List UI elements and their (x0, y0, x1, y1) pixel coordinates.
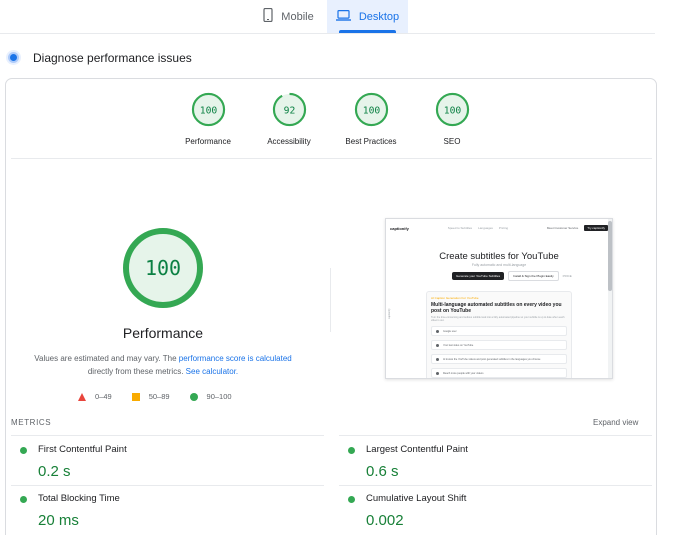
description-text-2: directly from these metrics. (87, 367, 186, 376)
metric-title: Largest Contentful Paint (366, 444, 468, 455)
page-screenshot-thumbnail[interactable]: captionify Speed to Subtitles Languages … (385, 218, 613, 379)
thumbnail-nav-button: Try captionify (584, 225, 608, 231)
thumbnail-panel-text: Turn the time-consuming and tedious subt… (431, 316, 565, 322)
gauge-performance-ring: 100 (191, 92, 225, 127)
tab-desktop-label: Desktop (358, 10, 400, 23)
thumbnail-nav-right: Meet Customer Service Try captionify (547, 225, 608, 231)
gauge-seo-label: SEO (443, 137, 461, 146)
metrics-heading: METRICS (11, 418, 52, 427)
thumbnail-scrollbar (608, 219, 612, 378)
pass-circle-icon (348, 447, 355, 454)
gauge-seo[interactable]: 100 SEO (407, 92, 497, 146)
performance-main-gauge: 100 (123, 228, 203, 308)
thumbnail-nav-right-text: Meet Customer Service (546, 226, 579, 230)
thumbnail-row: Your last video on YouTube (431, 340, 567, 350)
thumbnail-nav: captionify Speed to Subtitles Languages … (390, 223, 608, 233)
score-gauges: 100 Performance 92 Accessibility 100 Bes… (0, 92, 680, 152)
thumbnail-button-3: PRICE (562, 274, 572, 278)
metric-title: Total Blocking Time (38, 493, 120, 504)
laptop-icon (335, 9, 351, 24)
tab-mobile-label: Mobile (281, 10, 314, 23)
thumbnail-button-2: Install & Sign the Plugin Easily (508, 271, 559, 281)
gauge-seo-ring: 100 (435, 92, 469, 127)
gauge-accessibility-label: Accessibility (267, 137, 311, 146)
performance-main-label: Performance (122, 325, 204, 341)
thumbnail-title: Create subtitles for YouTube (439, 251, 559, 262)
triangle-icon (78, 392, 86, 401)
diagnose-icon (6, 50, 21, 65)
see-calculator-link[interactable]: See calculator. (186, 367, 238, 376)
thumbnail-nav-link: Pricing (498, 226, 509, 230)
gauge-performance-value: 100 (199, 105, 217, 116)
thumbnail-side-label: captionify (388, 308, 391, 319)
section-title: Diagnose performance issues (33, 50, 192, 65)
legend-pass-label: 90–100 (206, 392, 232, 401)
thumbnail-logo: captionify (390, 225, 409, 231)
gauge-best-practices-label: Best Practices (345, 137, 397, 146)
legend-item-pass: 90–100 (189, 392, 232, 401)
square-icon (131, 392, 140, 401)
thumbnail-subtitle: Fully automatic and multi-language (471, 263, 527, 267)
gauge-accessibility[interactable]: 92 Accessibility (244, 92, 334, 146)
thumbnail-nav-links: Speed to Subtitles Languages Pricing (448, 226, 508, 230)
thumbnail-row: AI knows the YouTube videos and post gen… (431, 354, 567, 364)
metric-title: First Contentful Paint (38, 444, 127, 455)
pass-circle-icon (20, 447, 27, 454)
tab-desktop[interactable]: Desktop (327, 0, 408, 33)
tabs-divider (0, 33, 655, 34)
thumbnail-row-text: Your last video on YouTube (443, 343, 474, 347)
gauge-best-practices-ring: 100 (354, 92, 388, 127)
metric-value: 0.2 s (38, 463, 71, 480)
metrics-divider (11, 435, 324, 436)
performance-main-value: 100 (145, 256, 181, 280)
thumbnail-panel: AI Caption Generation For YouTube Multi-… (426, 291, 572, 378)
gauge-accessibility-ring: 92 (272, 92, 306, 127)
thumbnail-nav-link: Languages (478, 226, 493, 230)
tab-mobile[interactable]: Mobile (250, 0, 327, 33)
legend-fail-label: 0–49 (95, 392, 112, 401)
pass-circle-icon (20, 496, 27, 503)
thumbnail-panel-heading: Multi-language automated subtitles on ev… (431, 302, 562, 314)
thumbnail-row: Google user (431, 326, 567, 336)
expand-view-button[interactable]: Expand view (593, 418, 638, 427)
thumbnail-buttons: Generate your YouTube Subtitles Install … (452, 271, 572, 281)
description-text-1: Values are estimated and may vary. The (34, 354, 179, 363)
legend-item-fail: 0–49 (78, 392, 112, 401)
thumbnail-button-1: Generate your YouTube Subtitles (452, 272, 505, 280)
pass-circle-icon (348, 496, 355, 503)
thumbnail-row-text: Google user (443, 329, 457, 333)
phone-icon (263, 7, 273, 25)
gauge-performance[interactable]: 100 Performance (163, 92, 253, 146)
gauge-accessibility-value: 92 (283, 105, 295, 116)
metrics-divider (339, 485, 652, 486)
circle-icon (189, 392, 198, 401)
gauges-divider (11, 158, 652, 159)
gauge-best-practices-value: 100 (362, 105, 380, 116)
performance-description: Values are estimated and may vary. The p… (23, 352, 303, 378)
performance-score-link[interactable]: performance score is calculated (179, 354, 292, 363)
thumbnail-panel-tag: AI Caption Generation For YouTube (431, 296, 479, 300)
metric-title: Cumulative Layout Shift (366, 493, 467, 504)
diagnose-header: Diagnose performance issues (6, 50, 192, 65)
thumbnail-row: Reach more people with your videos (431, 368, 567, 378)
metrics-divider (11, 485, 324, 486)
gauge-best-practices[interactable]: 100 Best Practices (326, 92, 416, 146)
thumbnail-row-text: Reach more people with your videos (443, 371, 484, 375)
device-tabs: Mobile Desktop (0, 0, 680, 33)
legend-average-label: 50–89 (148, 392, 170, 401)
metric-value: 20 ms (38, 512, 79, 529)
legend-item-average: 50–89 (131, 392, 170, 401)
gauge-seo-value: 100 (443, 105, 461, 116)
metric-value: 0.6 s (366, 463, 399, 480)
metrics-divider (339, 435, 652, 436)
metric-value: 0.002 (366, 512, 404, 529)
score-legend: 0–49 50–89 90–100 (78, 392, 252, 401)
thumbnail-row-text: AI knows the YouTube videos and post gen… (443, 357, 541, 361)
vertical-divider (330, 268, 331, 332)
thumbnail-nav-link: Speed to Subtitles (447, 226, 473, 230)
gauge-performance-label: Performance (185, 137, 231, 146)
